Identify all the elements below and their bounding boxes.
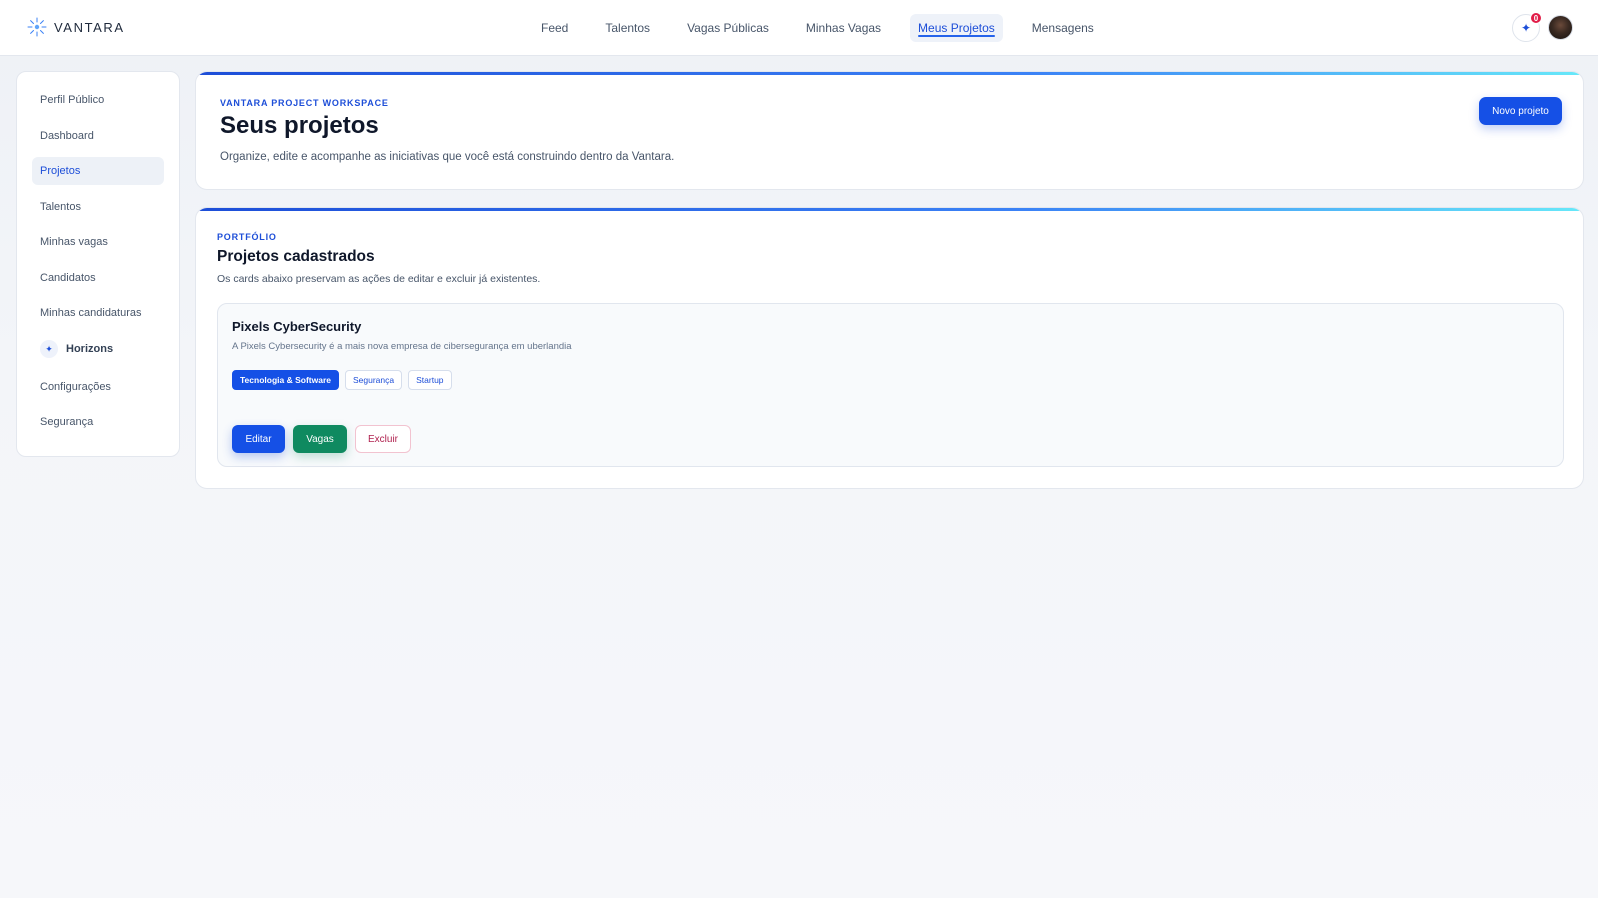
- project-jobs-button[interactable]: Vagas: [293, 425, 347, 453]
- sidebar-item-label: Configurações: [40, 380, 111, 393]
- sidebar-item-minhas-vagas[interactable]: Minhas vagas: [32, 228, 164, 256]
- nav-talentos[interactable]: Talentos: [597, 14, 658, 42]
- sidebar-item-talentos[interactable]: Talentos: [32, 193, 164, 221]
- project-actions: Editar Vagas Excluir: [232, 425, 411, 453]
- sidebar-item-label: Minhas candidaturas: [40, 307, 142, 319]
- portfolio-card: PORTFÓLIO Projetos cadastrados Os cards …: [195, 207, 1584, 489]
- sidebar-item-seguranca[interactable]: Segurança: [32, 408, 164, 436]
- edit-project-button[interactable]: Editar: [232, 425, 285, 453]
- nav-mensagens[interactable]: Mensagens: [1024, 14, 1102, 42]
- vantara-logo-icon: [27, 17, 47, 37]
- sidebar-item-label: Perfil Público: [40, 94, 105, 106]
- section-description: Os cards abaixo preservam as ações de ed…: [217, 273, 541, 285]
- section-title: Projetos cadastrados: [217, 248, 375, 265]
- project-tag: Startup: [408, 370, 452, 390]
- main-nav: Feed Talentos Vagas Públicas Minhas Vaga…: [533, 14, 1123, 42]
- new-project-button[interactable]: Novo projeto: [1479, 97, 1562, 125]
- project-tag: Tecnologia & Software: [232, 370, 339, 390]
- sidebar-item-label: Segurança: [40, 416, 94, 428]
- top-navbar: VANTARA Feed Talentos Vagas Públicas Min…: [0, 0, 1598, 56]
- sidebar-item-perfil-publico[interactable]: Perfil Público: [32, 86, 164, 114]
- project-tag: Segurança: [345, 370, 403, 390]
- nav-meus-projetos[interactable]: Meus Projetos: [910, 14, 1003, 42]
- nav-minhas-vagas[interactable]: Minhas Vagas: [798, 14, 889, 42]
- brand-logo[interactable]: VANTARA: [26, 16, 125, 38]
- sidebar-item-label: Horizons: [66, 342, 114, 355]
- sidebar-item-configuracoes[interactable]: Configurações: [32, 373, 164, 401]
- nav-vagas-publicas[interactable]: Vagas Públicas: [679, 14, 777, 42]
- brand-name: VANTARA: [54, 19, 125, 35]
- sidebar-item-label: Dashboard: [40, 129, 94, 142]
- sidebar: Perfil Público Dashboard Projetos Talent…: [16, 71, 180, 457]
- sidebar-item-label: Candidatos: [40, 271, 96, 284]
- sidebar-item-minhas-candidaturas[interactable]: Minhas candidaturas: [32, 299, 164, 327]
- project-description: A Pixels Cybersecurity é a mais nova emp…: [232, 341, 572, 352]
- notification-badge: 0: [1530, 12, 1542, 24]
- sidebar-item-candidatos[interactable]: Candidatos: [32, 264, 164, 292]
- page-title: Seus projetos: [220, 112, 379, 139]
- sidebar-item-label: Minhas vagas: [40, 236, 108, 248]
- sparkle-icon: ✦: [1520, 21, 1532, 35]
- page-description: Organize, edite e acompanhe as iniciativ…: [220, 151, 675, 163]
- project-name: Pixels CyberSecurity: [232, 319, 362, 334]
- sidebar-item-dashboard[interactable]: Dashboard: [32, 122, 164, 150]
- project-card: Pixels CyberSecurity A Pixels Cybersecur…: [217, 303, 1564, 467]
- workspace-header-card: VANTARA PROJECT WORKSPACE Seus projetos …: [195, 71, 1584, 190]
- sidebar-item-horizons[interactable]: ✦ Horizons: [32, 335, 164, 363]
- delete-project-button[interactable]: Excluir: [355, 425, 411, 453]
- nav-feed[interactable]: Feed: [533, 14, 576, 42]
- portfolio-eyebrow: PORTFÓLIO: [217, 232, 277, 242]
- sidebar-item-label: Talentos: [40, 200, 81, 213]
- user-avatar[interactable]: [1548, 15, 1573, 40]
- project-tags: Tecnologia & Software Segurança Startup: [232, 370, 452, 390]
- sparkle-icon: ✦: [40, 339, 58, 358]
- sidebar-item-label: Projetos: [40, 165, 81, 177]
- workspace-eyebrow: VANTARA PROJECT WORKSPACE: [220, 98, 389, 108]
- sidebar-item-projetos[interactable]: Projetos: [32, 157, 164, 185]
